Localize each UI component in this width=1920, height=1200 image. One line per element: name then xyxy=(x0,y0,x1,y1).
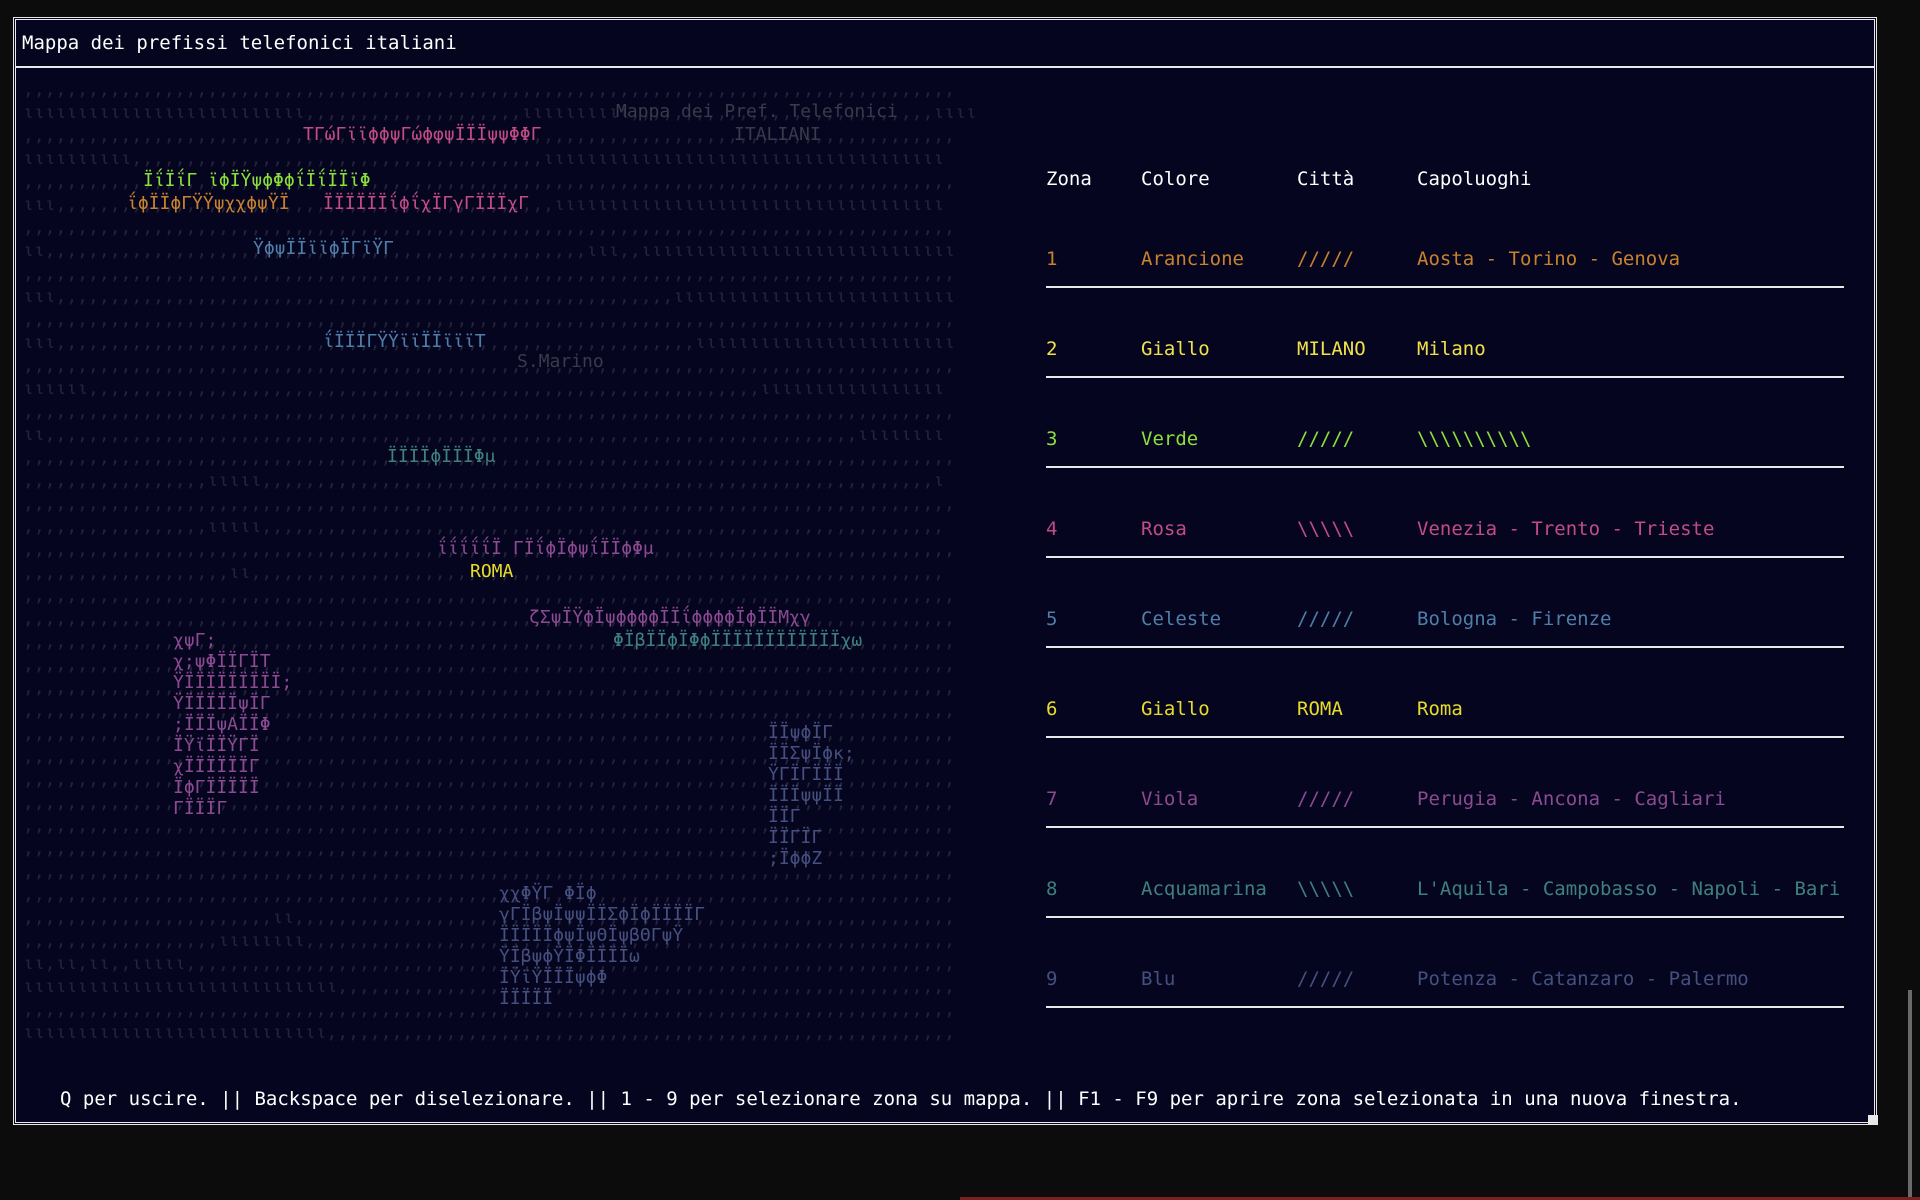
zone-city: ///// xyxy=(1297,788,1355,810)
zone-color-name: Acquamarina xyxy=(1141,878,1267,900)
title-bar: Mappa dei prefissi telefonici italiani xyxy=(16,20,1874,68)
table-row[interactable]: 5 Celeste ///// Bologna - Firenze xyxy=(1028,562,1844,652)
zone-capitals: Bologna - Firenze xyxy=(1417,608,1612,630)
row-divider xyxy=(1046,826,1844,828)
region-zone1-northwest[interactable]: ΐϕΪΪϕΓΫΫψχχϕψΫΪ xyxy=(127,193,290,214)
region-zone8-south[interactable]: ζΣψΪΫϕΪψϕϕϕϕΪΪΐϕϕϕϕΪϕΪΪΜχγ xyxy=(529,607,811,628)
region-zone4-north[interactable]: ΤΓώΓϊϊϕϕψΓώϕφψΪΪΪψψΦΦΓ xyxy=(303,124,541,145)
table-row[interactable]: 4 Rosa \\\\\ Venezia - Trento - Trieste xyxy=(1028,472,1844,562)
label-roma[interactable]: ROMA xyxy=(470,561,513,582)
zone-city: ///// xyxy=(1297,428,1355,450)
zone-table: Zona Colore Città Capoluoghi 1 Arancione /… xyxy=(1028,168,1844,1012)
header-citta: Città xyxy=(1297,168,1355,190)
row-divider xyxy=(1046,646,1844,648)
status-bar: Q per uscire. || Backspace per diselezio… xyxy=(60,1088,1742,1110)
zone-capitals: \\\\\\\\\\ xyxy=(1417,428,1532,450)
region-zone4-veneto[interactable]: ΪΪΪΪΪΪΐϕΐχΪΓγΓΪΪΪχΓ xyxy=(323,193,529,214)
table-row[interactable]: 2 Giallo MILANO Milano xyxy=(1028,292,1844,382)
resize-handle[interactable] xyxy=(1868,1115,1878,1125)
zone-number: 6 xyxy=(1046,698,1058,720)
zone-color-name: Blu xyxy=(1141,968,1176,990)
zone-capitals: Potenza - Catanzaro - Palermo xyxy=(1417,968,1749,990)
table-row[interactable]: 3 Verde ///// \\\\\\\\\\ xyxy=(1028,382,1844,472)
table-row[interactable]: 1 Arancione ///// Aosta - Torino - Genova xyxy=(1028,202,1844,292)
header-capoluoghi: Capoluoghi xyxy=(1417,168,1532,190)
zone-number: 2 xyxy=(1046,338,1058,360)
zone-number: 3 xyxy=(1046,428,1058,450)
italy-ascii-map[interactable]: ,,,,,,,,,,,,,,,,,,,,,,,,,,,,,,,,,,,,,,,,… xyxy=(23,78,993,1068)
zone-city: ROMA xyxy=(1297,698,1343,720)
region-zone7-sardinia[interactable]: χψΓ; χ;ψΦΪΪΓΪΤ ΫΪΪΪΪΪΪΪΪΪ; ΫΪΪΪΪΪψΪΓ ;ΪΪ… xyxy=(173,630,292,819)
zone-capitals: Perugia - Ancona - Cagliari xyxy=(1417,788,1726,810)
zone-city: \\\\\ xyxy=(1297,878,1355,900)
zone-city: ///// xyxy=(1297,248,1355,270)
zone-city: MILANO xyxy=(1297,338,1366,360)
region-zone9-calabria[interactable]: ΪΪψϕΪΓ ΪΪΣψΪϕκ; ΫΓΪΓΪΪΪ ΪΪΪψψΪΪ ΪΪΓ ΪΪΓΪ… xyxy=(768,722,855,869)
row-divider xyxy=(1046,376,1844,378)
zone-color-name: Celeste xyxy=(1141,608,1222,630)
row-divider xyxy=(1046,556,1844,558)
zone-color-name: Verde xyxy=(1141,428,1199,450)
table-row[interactable]: 7 Viola ///// Perugia - Ancona - Cagliari xyxy=(1028,742,1844,832)
header-colore: Colore xyxy=(1141,168,1210,190)
zone-number: 9 xyxy=(1046,968,1058,990)
zone-color-name: Viola xyxy=(1141,788,1199,810)
row-divider xyxy=(1046,916,1844,918)
zone-capitals: Venezia - Trento - Trieste xyxy=(1417,518,1715,540)
zone-capitals: L'Aquila - Campobasso - Napoli - Bari xyxy=(1417,878,1841,900)
terminal-window: Mappa dei prefissi telefonici italiani ,… xyxy=(13,17,1877,1125)
zone-number: 4 xyxy=(1046,518,1058,540)
zone-color-name: Arancione xyxy=(1141,248,1244,270)
row-divider xyxy=(1046,736,1844,738)
scrollbar[interactable] xyxy=(1908,990,1912,1200)
zone-number: 1 xyxy=(1046,248,1058,270)
zone-color-name: Rosa xyxy=(1141,518,1187,540)
table-row[interactable]: 8 Acquamarina \\\\\ L'Aquila - Campobasso -… xyxy=(1028,832,1844,922)
row-divider xyxy=(1046,466,1844,468)
row-divider xyxy=(1046,286,1844,288)
table-header: Zona Colore Città Capoluoghi xyxy=(1028,168,1844,202)
header-zona: Zona xyxy=(1046,168,1092,190)
region-zone2-lombardy[interactable]: ΪΐΪΐΓ ϊϕΪΫψϕΦϕΐΪΐΪΪϊΦ xyxy=(143,170,371,191)
zone-number: 5 xyxy=(1046,608,1058,630)
map-subheading: ITALIANI xyxy=(734,124,821,145)
zone-capitals: Milano xyxy=(1417,338,1486,360)
window-title: Mappa dei prefissi telefonici italiani xyxy=(22,32,457,54)
zone-color-name: Giallo xyxy=(1141,698,1210,720)
zone-city: \\\\\ xyxy=(1297,518,1355,540)
region-zone9-sicily[interactable]: χχΦΫΓ ΦΪϕ γΓΪβψΪψψΪΪΣϕΪϕΪΪΪΪΓ ΪΪΪΪΪϕψΪψΘ… xyxy=(499,883,705,1009)
table-row[interactable]: 6 Giallo ROMA Roma xyxy=(1028,652,1844,742)
map-heading: Mappa dei Pref. Telefonici xyxy=(616,101,898,122)
label-san-marino: S.Marino xyxy=(517,351,604,372)
zone-capitals: Aosta - Torino - Genova xyxy=(1417,248,1681,270)
table-rows: 1 Arancione ///// Aosta - Torino - Genova 2 G… xyxy=(1028,202,1844,1012)
zone-number: 8 xyxy=(1046,878,1058,900)
region-zone5-tuscany[interactable]: ΐΪΪΪΓΫΫϊϊΪΪϊϊϊΤ xyxy=(323,331,486,352)
zone-city: ///// xyxy=(1297,608,1355,630)
region-zone7-center[interactable]: ΪΪΪΪϕΪΪΪΦμ xyxy=(387,446,495,467)
zone-number: 7 xyxy=(1046,788,1058,810)
zone-color-name: Giallo xyxy=(1141,338,1210,360)
table-row[interactable]: 9 Blu ///// Potenza - Catanzaro - Palermo xyxy=(1028,922,1844,1012)
row-divider xyxy=(1046,1006,1844,1008)
zone-city: ///// xyxy=(1297,968,1355,990)
zone-capitals: Roma xyxy=(1417,698,1463,720)
region-zone5-emilia[interactable]: ΫϕψΪΪϊϊϕΪΓϊΫΓ xyxy=(253,238,394,259)
region-zone6-lazio[interactable]: ΐΐΐΐΐΪ ΓΪΐϕΪϕψΐΪΪϕΦμ xyxy=(437,538,654,559)
region-zone8-apulia[interactable]: ΦΪβΪΪϕΪΦϕΪΪΪΪΪΪΪΪΪΪΪΪχω xyxy=(613,630,862,651)
